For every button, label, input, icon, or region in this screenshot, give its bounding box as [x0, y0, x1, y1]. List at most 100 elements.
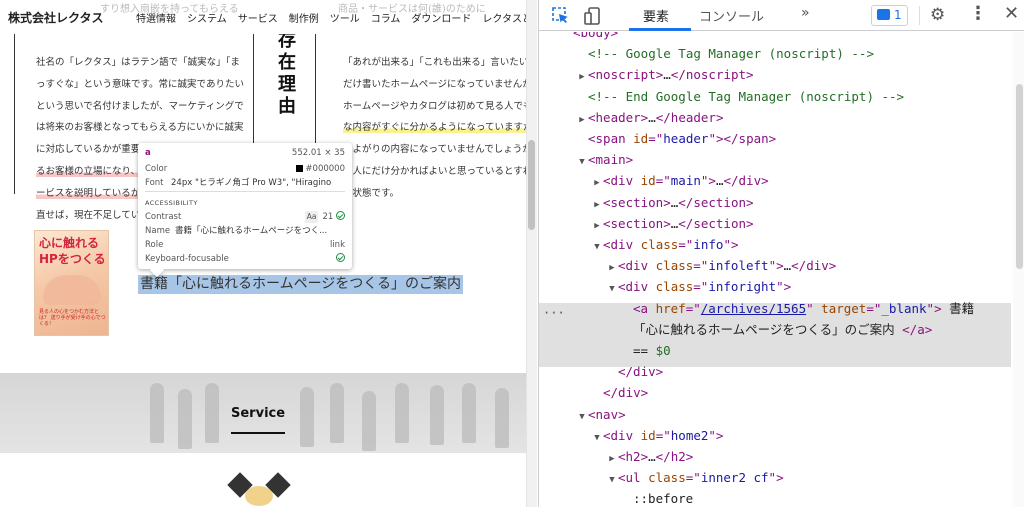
dom-node-line[interactable]: == $0	[539, 340, 1011, 361]
dom-token: <div	[603, 173, 641, 189]
more-options-icon[interactable]: ⋮	[969, 3, 987, 24]
dom-token: header	[663, 131, 709, 146]
nav-item[interactable]: 制作例	[289, 10, 319, 25]
site-logo[interactable]: 株式会社レクタス	[8, 9, 104, 26]
dom-token: ="	[866, 300, 882, 316]
dom-node-line[interactable]: </div>	[539, 361, 1011, 382]
paragraph-text: は将来のお客様となってもらえる方にいかに誠実	[36, 122, 244, 134]
href-link[interactable]: /archives/1565	[701, 301, 806, 316]
dom-token: <div	[603, 237, 641, 252]
nav-item[interactable]: サービス	[238, 10, 278, 25]
dom-token: <section>	[603, 194, 671, 210]
paragraph-line: る人にだけ分かればよいと思っているとすれ	[343, 161, 526, 183]
page-scrollbar[interactable]	[526, 0, 537, 507]
nav-item[interactable]: 特選情報	[136, 10, 176, 25]
dom-node-line[interactable]: ▶ <noscript>…</noscript>	[539, 64, 1011, 85]
dom-node-line[interactable]: <span id="header"></span>	[539, 128, 1011, 149]
dom-node-line[interactable]: 「心に触れるホームページをつくる」のご案内 </a>	[539, 319, 1011, 340]
dom-token: <a	[633, 300, 656, 316]
dom-node-line[interactable]: ▶ <h2>…</h2>	[539, 446, 1011, 467]
tab-console[interactable]: コンソール	[699, 6, 764, 25]
check-circle-icon	[336, 253, 345, 262]
dom-tree[interactable]: ··· <body> <!-- Google Tag Manager (noscr…	[539, 32, 1011, 507]
crowd-figure	[300, 387, 314, 447]
active-tab-indicator	[629, 28, 691, 31]
dom-node-line[interactable]: ▼ <nav>	[539, 404, 1011, 425]
paragraph-text: るお客様の立場になり、ど	[36, 165, 150, 177]
crowd-figure	[205, 383, 219, 443]
dom-token: ">	[768, 258, 784, 274]
dom-token: main	[670, 173, 701, 189]
dom-token: <!-- Google Tag Manager (noscript) -->	[588, 46, 874, 62]
dom-token: id	[640, 173, 656, 189]
dom-node-line[interactable]: ▼ <main>	[539, 149, 1011, 170]
close-icon[interactable]: ✕	[1004, 3, 1019, 24]
dom-token: …	[648, 449, 656, 464]
tooltip-size: 552.01 × 35	[291, 148, 345, 158]
vertical-section-title: 存在理由	[278, 30, 296, 117]
dom-node-line[interactable]: <!-- End Google Tag Manager (noscript) -…	[539, 86, 1011, 107]
hands-illustration	[43, 275, 101, 305]
nav-item[interactable]: コラム	[371, 10, 401, 25]
nav-item[interactable]: ツール	[330, 10, 360, 25]
dom-node-line[interactable]: <a href="/archives/1565" target="_blank"…	[539, 298, 1011, 319]
dom-token: <section>	[603, 215, 671, 231]
dom-node-line[interactable]: ▶ <div class="infoleft">…</div>	[539, 255, 1011, 276]
tab-elements[interactable]: 要素	[643, 6, 669, 25]
dom-token: </div>	[791, 258, 837, 274]
dom-node-line[interactable]: </div>	[539, 382, 1011, 403]
nav-item[interactable]: レクタスと	[482, 10, 526, 25]
paragraph-line: りよがりの内容になっていませんでしょうか？	[343, 139, 526, 161]
page-scrollbar-thumb[interactable]	[528, 140, 535, 230]
dom-tree-scrollbar-thumb[interactable]	[1016, 84, 1023, 269]
dom-token: ">	[926, 300, 942, 316]
dom-token: <main>	[588, 152, 634, 168]
dom-node-line[interactable]: ▶ <div id="main">…</div>	[539, 170, 1011, 191]
paragraph-text: ホームページやカタログは初めて見る人でもど	[343, 100, 526, 112]
dom-token: ">	[708, 427, 724, 443]
paragraph-text: りよがりの内容になっていませんでしょうか？	[343, 144, 526, 156]
book-cover-image[interactable]: 心に触れるHPをつくる 見る人の心をつかむ方法とは？ 送り手が受け手の心でつくる…	[34, 230, 109, 336]
dom-node-line[interactable]: ▼ <ul class="inner2 cf">	[539, 467, 1011, 488]
tooltip-color-label: Color	[145, 164, 168, 174]
issues-button[interactable]: 1	[871, 5, 908, 26]
more-tabs-button[interactable]: »	[801, 5, 810, 21]
nav-item[interactable]: システム	[187, 10, 227, 25]
device-toolbar-icon[interactable]	[583, 6, 603, 26]
dom-token: "></span>	[708, 131, 777, 146]
crowd-figure	[495, 388, 509, 448]
paragraph-text: る人にだけ分かればよいと思っているとすれ	[343, 165, 526, 177]
dom-token: ">	[700, 173, 716, 189]
dom-token: </a>	[902, 321, 933, 337]
dom-token: info	[693, 237, 724, 252]
devtools-toolbar: 要素 コンソール » 1 ⚙ ⋮ ✕	[539, 0, 1024, 31]
dom-node-line[interactable]: <body>	[539, 32, 1011, 43]
dom-node-line[interactable]: ▼ <div id="home2">	[539, 425, 1011, 446]
dom-node-line[interactable]: ▶ <header>…</header>	[539, 107, 1011, 128]
paragraph-text: 社名の「レクタス」はラテン語で「誠実な」「ま	[36, 57, 240, 68]
inspect-element-icon[interactable]	[551, 6, 571, 26]
service-section-title: Service	[231, 406, 286, 421]
dom-node-line[interactable]: ▶ <section>…</section>	[539, 213, 1011, 234]
dom-node-line[interactable]: ▼ <div class="inforight">	[539, 276, 1011, 297]
inspect-tooltip: a 552.01 × 35 Color #000000 Font 24px "ヒ…	[138, 143, 352, 269]
dom-token: 書籍	[941, 300, 975, 316]
dom-token: ="	[685, 470, 701, 486]
nav-item[interactable]: ダウンロード	[411, 10, 471, 25]
paragraph-line: な内容がすぐに分かるようになっていますか？	[343, 117, 526, 139]
book-info-link[interactable]: 書籍「心に触れるホームページをつくる」のご案内	[138, 275, 464, 294]
gear-icon[interactable]: ⚙	[930, 5, 945, 25]
dom-token: ">	[768, 470, 784, 486]
dom-token: ::before	[633, 491, 694, 507]
dom-token: home2	[670, 427, 709, 443]
global-nav: 特選情報システムサービス制作例ツールコラムダウンロードレクタスと	[136, 10, 526, 25]
dom-node-line[interactable]: ::before	[539, 488, 1011, 507]
dom-token: <h2>	[618, 449, 649, 464]
dom-node-line[interactable]: <!-- Google Tag Manager (noscript) -->	[539, 43, 1011, 64]
dom-node-line[interactable]: ▶ <section>…</section>	[539, 192, 1011, 213]
tooltip-keyboard-label: Keyboard-focusable	[145, 254, 229, 264]
dom-token: ="	[685, 300, 701, 316]
dom-token: ="	[655, 427, 671, 443]
dom-token: </div>	[723, 173, 769, 189]
dom-node-line[interactable]: ▼ <div class="info">	[539, 234, 1011, 255]
